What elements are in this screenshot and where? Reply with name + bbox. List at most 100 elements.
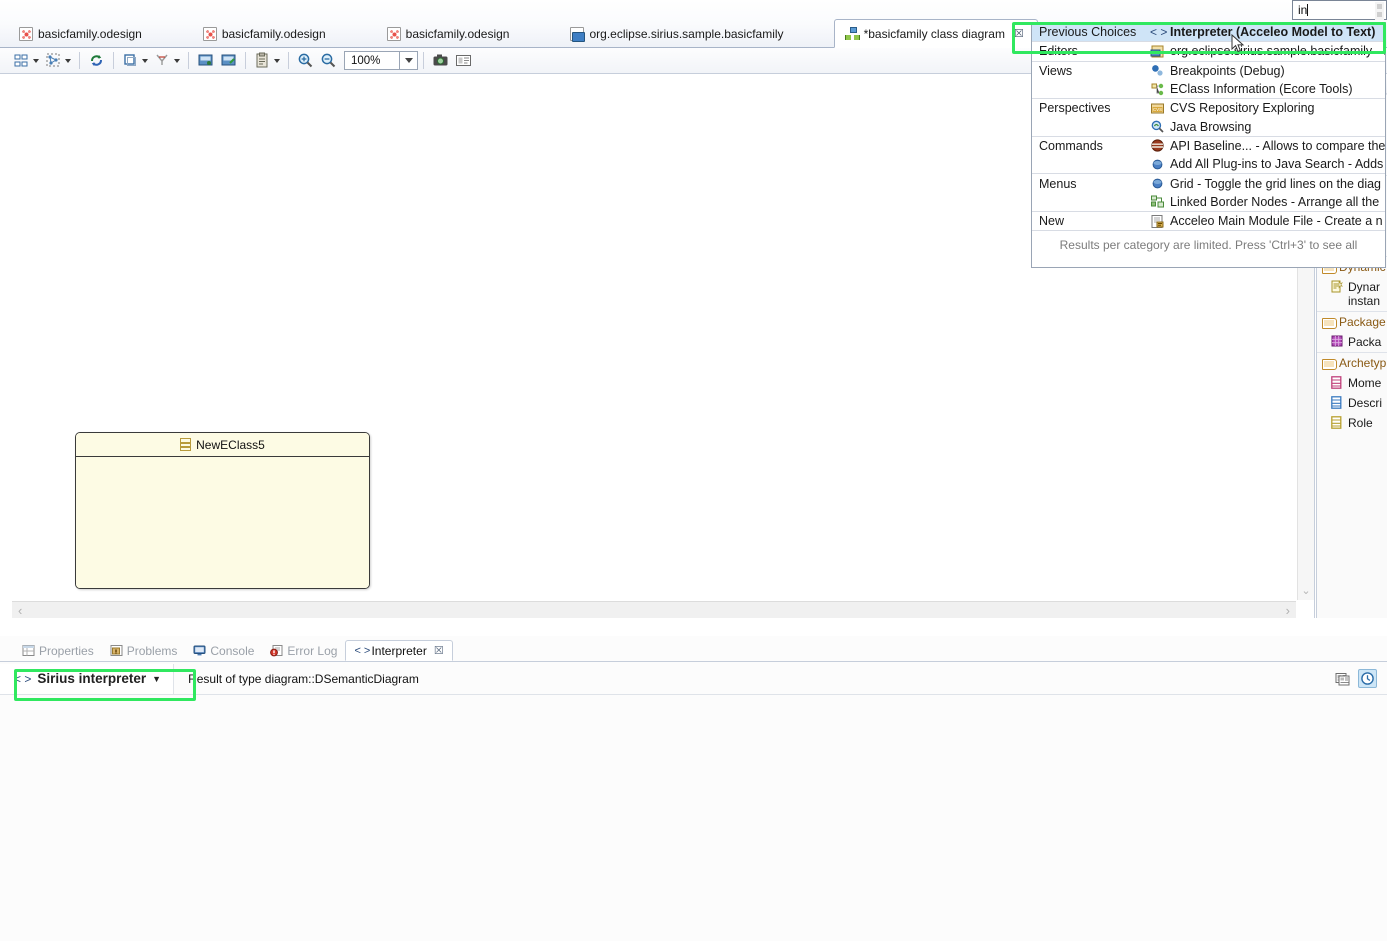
interpreter-icon: < > [1150, 24, 1168, 39]
chevron-down-icon[interactable] [65, 58, 71, 63]
quick-access-entry[interactable]: Java Browsing [1150, 119, 1251, 134]
dynamic-instance-icon [1331, 280, 1344, 293]
quick-access-scroll-grip[interactable] [1375, 2, 1384, 20]
quick-access-entry[interactable]: org.eclipse.sirius.sample.basicfamily - … [1150, 44, 1385, 59]
variables-view-button[interactable] [1333, 669, 1352, 688]
scroll-left-arrow[interactable]: ‹ [18, 603, 22, 618]
editor-tab[interactable]: org.eclipse.sirius.sample.basicfamily [559, 19, 797, 48]
quick-access-result-row[interactable]: Editors org.eclipse.sirius.sample.basicfa… [1032, 42, 1385, 60]
quick-access-result-row[interactable]: Java Browsing [1032, 117, 1385, 135]
palette-tool[interactable]: Role [1317, 413, 1387, 433]
quick-access-result-row[interactable]: Add All Plug-ins to Java Search - Adds [1032, 155, 1385, 173]
odesign-file-icon [202, 27, 217, 41]
quick-access-entry[interactable]: Breakpoints (Debug) [1150, 63, 1285, 78]
quick-access-result-row[interactable]: Commands API Baseline... - Allows to comp… [1032, 137, 1385, 155]
problems-icon [110, 644, 123, 657]
toolbar-separator [423, 52, 424, 69]
quick-access-search-value: in [1298, 3, 1308, 17]
unpin-elements-button[interactable] [217, 50, 240, 72]
refresh-diagram-icon [88, 52, 105, 69]
pin-elements-button[interactable] [194, 50, 217, 72]
quick-access-entry[interactable]: Grid - Toggle the grid lines on the diag [1150, 176, 1381, 191]
zoom-out-button[interactable] [317, 50, 340, 72]
palette-tool[interactable]: Dynar instan [1317, 277, 1387, 311]
chevron-down-icon[interactable] [274, 58, 280, 63]
quick-access-category-label: Commands [1039, 138, 1103, 153]
chevron-down-icon[interactable]: ▼ [152, 674, 161, 684]
quick-access-result-row[interactable]: EClass Information (Ecore Tools) [1032, 80, 1385, 98]
editor-tab-label: *basicfamily class diagram [863, 26, 1005, 41]
real-time-evaluation-button[interactable] [1358, 669, 1377, 688]
quick-access-entry[interactable]: API Baseline... - Allows to compare them… [1150, 138, 1385, 153]
bottom-view-tab[interactable]: Console [185, 640, 262, 661]
quick-access-result-row[interactable]: Previous Choices < > Interpreter (Acceleo … [1032, 23, 1385, 42]
quick-access-entry[interactable]: CVS CVS Repository Exploring [1150, 101, 1315, 116]
bottom-view-tab[interactable]: Error Log [262, 640, 345, 661]
bottom-view-tab[interactable]: < > Interpreter ☒ [345, 640, 453, 661]
zoom-level-combo[interactable]: 100% [344, 51, 400, 70]
quick-access-entry[interactable]: Add All Plug-ins to Java Search - Adds [1150, 157, 1383, 172]
sirius-interpreter-selector[interactable]: < > Sirius interpreter ▼ [0, 663, 175, 694]
select-elements-icon [45, 52, 62, 69]
palette-tool-label: Dynar instan [1348, 280, 1381, 308]
bottom-view-tab[interactable]: Properties [14, 640, 102, 661]
editor-tab[interactable]: basicfamily.odesign [192, 19, 340, 48]
close-icon[interactable]: ☒ [1014, 27, 1024, 40]
toolbar-separator [245, 52, 246, 69]
bottom-view-tab[interactable]: Problems [102, 640, 186, 661]
quick-access-category-label: Views [1039, 63, 1073, 78]
arrange-all-icon [13, 52, 30, 69]
layer-filter-button[interactable] [119, 50, 151, 72]
editor-tab[interactable]: basicfamily.odesign [8, 19, 156, 48]
chevron-down-icon[interactable] [142, 58, 148, 63]
canvas-horizontal-scrollbar[interactable]: ‹ › [12, 601, 1296, 618]
interpreter-icon: < > [14, 671, 32, 686]
close-icon[interactable]: ☒ [434, 644, 444, 657]
pin-elements-icon [197, 52, 214, 69]
editor-tab[interactable]: basicfamily.odesign [376, 19, 524, 48]
scroll-down-arrow[interactable]: ⌄ [1301, 584, 1310, 597]
palette-group-header[interactable]: Archetyp [1317, 352, 1387, 373]
command-icon [1150, 157, 1165, 172]
eclass-node[interactable]: NewEClass5 [75, 432, 370, 589]
quick-access-entry[interactable]: Acceleo Main Module File - Create a n [1150, 214, 1383, 229]
palette-tool[interactable]: Descri [1317, 393, 1387, 413]
quick-access-entry-label: Interpreter (Acceleo Model to Text) [1170, 25, 1376, 40]
eclass-information-icon [1150, 82, 1165, 97]
interpreter-result-type: Result of type diagram::DSemanticDiagram [188, 671, 419, 686]
quick-access-result-row[interactable]: Linked Border Nodes - Arrange all the [1032, 193, 1385, 211]
show-hide-labels-button[interactable] [452, 50, 475, 72]
quick-access-popup[interactable]: Previous Choices < > Interpreter (Acceleo … [1031, 22, 1386, 268]
palette-tool[interactable]: Mome [1317, 373, 1387, 393]
quick-access-result-row[interactable]: New Acceleo Main Module File - Create a n [1032, 212, 1385, 230]
zoom-in-button[interactable] [294, 50, 317, 72]
interpreter-header: < > Sirius interpreter ▼ Result of type … [0, 663, 1387, 695]
palette-group-header[interactable]: Package [1317, 311, 1387, 332]
scroll-right-arrow[interactable]: › [1286, 603, 1290, 618]
quick-access-result-row[interactable]: Perspectives CVS CVS Repository Exploring [1032, 99, 1385, 117]
quick-access-entry-label: org.eclipse.sirius.sample.basicfamily - … [1170, 44, 1385, 59]
palette-tool[interactable]: Packa [1317, 332, 1387, 352]
quick-access-entry[interactable]: < > Interpreter (Acceleo Model to Text) [1150, 25, 1375, 40]
quick-access-search-input[interactable]: in [1292, 0, 1387, 20]
quick-access-entry-label: Linked Border Nodes - Arrange all the [1170, 194, 1380, 209]
chevron-down-icon[interactable] [174, 58, 180, 63]
quick-access-result-row[interactable]: Menus Grid - Toggle the grid lines on the… [1032, 174, 1385, 192]
paste-format-button[interactable] [251, 50, 283, 72]
unpin-elements-icon [220, 52, 237, 69]
hide-elements-button[interactable] [151, 50, 183, 72]
export-image-button[interactable] [429, 50, 452, 72]
chevron-down-icon[interactable] [33, 58, 39, 63]
linked-border-nodes-icon [1150, 194, 1165, 209]
bottom-view-tab-label: Error Log [287, 643, 338, 658]
arrange-all-button[interactable] [10, 50, 42, 72]
quick-access-entry[interactable]: EClass Information (Ecore Tools) [1150, 82, 1352, 97]
select-elements-button[interactable] [42, 50, 74, 72]
plugin-project-icon [570, 27, 586, 42]
quick-access-result-row[interactable]: Views Breakpoints (Debug) [1032, 62, 1385, 80]
zoom-level-dropdown-arrow[interactable] [400, 51, 418, 70]
editor-tab[interactable]: *basicfamily class diagram ☒ [833, 19, 1038, 48]
quick-access-entry[interactable]: Linked Border Nodes - Arrange all the [1150, 194, 1379, 209]
refresh-diagram-button[interactable] [85, 50, 108, 72]
bottom-view-tab-label: Problems [126, 643, 178, 658]
